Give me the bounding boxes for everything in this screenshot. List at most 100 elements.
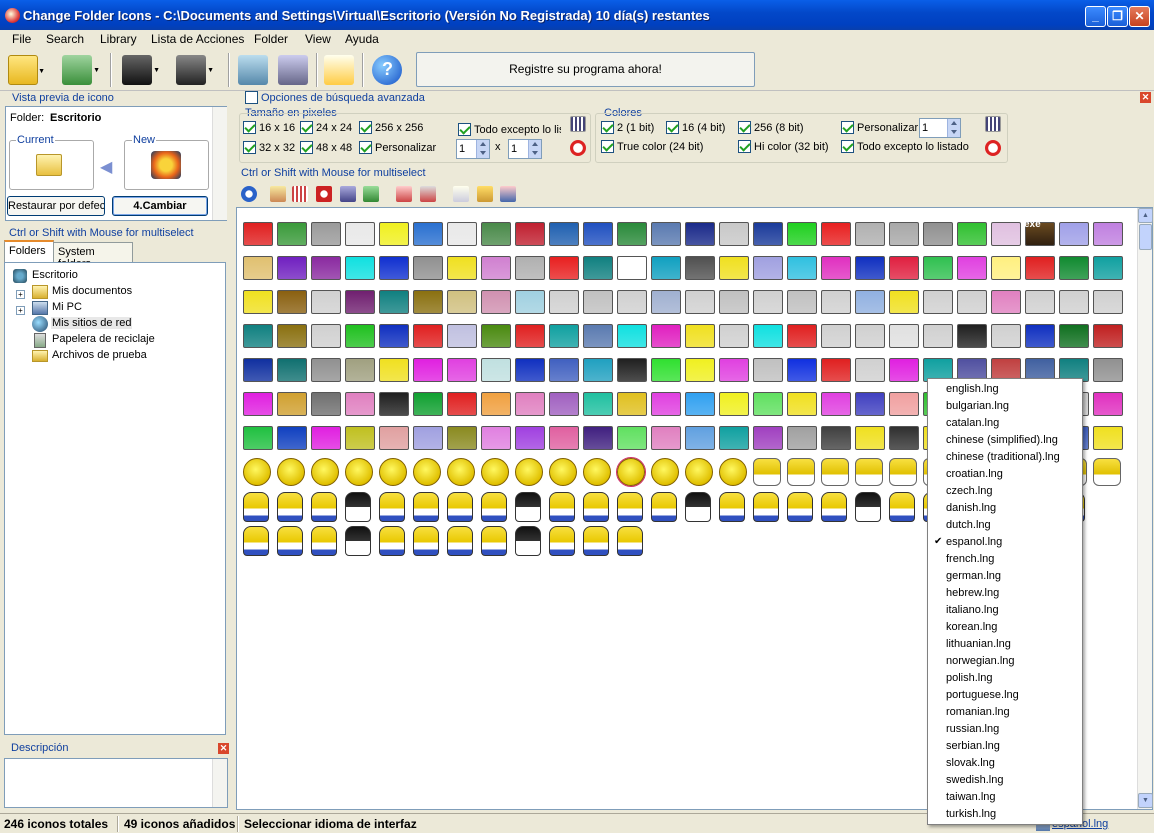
language-item[interactable]: danish.lng — [946, 502, 996, 514]
cartoon-character-icon[interactable] — [515, 492, 541, 522]
folder-icon[interactable] — [583, 256, 613, 280]
folder-icon[interactable] — [855, 290, 885, 314]
language-item[interactable]: turkish.lng — [946, 808, 996, 820]
folder-icon[interactable] — [923, 222, 953, 246]
folder-icon[interactable] — [447, 426, 477, 450]
size-256-option[interactable]: 256 x 256 — [359, 121, 423, 134]
cartoon-character-icon[interactable] — [753, 492, 779, 522]
cartoon-character-icon[interactable] — [311, 526, 337, 556]
folder-icon[interactable] — [719, 290, 749, 314]
cartoon-character-icon[interactable] — [889, 492, 915, 522]
folder-icon[interactable] — [413, 222, 443, 246]
folder-icon[interactable] — [583, 290, 613, 314]
cartoon-character-icon[interactable] — [549, 526, 575, 556]
cartoon-character-icon[interactable] — [855, 458, 883, 486]
cartoon-character-icon[interactable] — [413, 526, 439, 556]
folder-icon[interactable] — [413, 392, 443, 416]
ico-export-icon[interactable] — [238, 55, 268, 85]
cartoon-character-icon[interactable] — [549, 492, 575, 522]
scroll-up-icon[interactable]: ▲ — [1138, 208, 1153, 223]
cartoon-character-icon[interactable] — [651, 492, 677, 522]
expand-icon[interactable]: + — [16, 306, 25, 315]
delete-icon[interactable] — [396, 186, 412, 202]
folder-icon[interactable] — [549, 256, 579, 280]
cartoon-character-icon[interactable] — [277, 526, 303, 556]
folder-icon[interactable] — [243, 324, 273, 348]
smiley-icon[interactable] — [583, 458, 611, 486]
folder-icon[interactable] — [651, 290, 681, 314]
folder-icon[interactable] — [413, 324, 443, 348]
cartoon-character-icon[interactable] — [379, 526, 405, 556]
cartoon-character-icon[interactable] — [311, 492, 337, 522]
cartoon-character-icon[interactable] — [821, 492, 847, 522]
folder-icon[interactable] — [821, 290, 851, 314]
folder-icon[interactable] — [685, 358, 715, 382]
language-item[interactable]: korean.lng — [946, 621, 997, 633]
folder-icon[interactable] — [413, 290, 443, 314]
folder-icon[interactable] — [855, 256, 885, 280]
language-item[interactable]: russian.lng — [946, 723, 999, 735]
folder-icon[interactable] — [1093, 358, 1123, 382]
folder-icon[interactable] — [821, 426, 851, 450]
folder-icon[interactable] — [277, 222, 307, 246]
folder-icon[interactable] — [923, 290, 953, 314]
tree-item-archivos-de-prueba[interactable]: Archivos de prueba — [52, 349, 147, 361]
folder-icon[interactable] — [345, 358, 375, 382]
folder-icon[interactable] — [753, 426, 783, 450]
folder-icon[interactable] — [447, 358, 477, 382]
folder-icon[interactable] — [549, 358, 579, 382]
folder-icon[interactable] — [277, 290, 307, 314]
minimize-button[interactable]: _ — [1085, 6, 1106, 27]
folder-icon[interactable] — [583, 358, 613, 382]
smiley-icon[interactable] — [413, 458, 441, 486]
color-true-option[interactable]: True color (24 bit) — [601, 140, 703, 153]
folder-icon[interactable] — [617, 426, 647, 450]
tree-item-mis-documentos[interactable]: Mis documentos — [52, 285, 132, 297]
color-256-option[interactable]: 256 (8 bit) — [738, 121, 804, 134]
folder-icon[interactable] — [243, 358, 273, 382]
close-search-icon[interactable]: ✕ — [1140, 92, 1151, 103]
cartoon-character-icon[interactable] — [1093, 458, 1121, 486]
folder-icon[interactable] — [1059, 324, 1089, 348]
color-custom-option[interactable]: Personalizar — [841, 121, 918, 134]
folder-icon[interactable] — [447, 392, 477, 416]
folder-icon[interactable] — [719, 256, 749, 280]
folder-icon[interactable] — [549, 222, 579, 246]
expand-icon[interactable]: + — [16, 290, 25, 299]
restore-button[interactable]: Restaurar por defecto — [7, 196, 105, 216]
smiley-icon[interactable] — [719, 458, 747, 486]
folder-icon[interactable] — [617, 392, 647, 416]
folder-icon[interactable] — [787, 290, 817, 314]
cartoon-character-icon[interactable] — [889, 458, 917, 486]
folder-icon[interactable] — [685, 324, 715, 348]
folder-icon[interactable] — [311, 426, 341, 450]
smiley-icon[interactable] — [447, 458, 475, 486]
folder-icon[interactable] — [753, 358, 783, 382]
cartoon-character-icon[interactable] — [447, 526, 473, 556]
folder-icon[interactable] — [277, 426, 307, 450]
folder-icon[interactable] — [447, 256, 477, 280]
folder-icon[interactable] — [719, 358, 749, 382]
cartoon-character-icon[interactable] — [617, 526, 643, 556]
folder-icon[interactable] — [413, 426, 443, 450]
save-all-icon[interactable]: ▼ — [176, 55, 214, 85]
folder-icon[interactable] — [243, 222, 273, 246]
language-item[interactable]: espanol.lng — [946, 536, 1002, 548]
language-item[interactable]: romanian.lng — [946, 706, 1010, 718]
folder-icon[interactable] — [243, 426, 273, 450]
folder-icon[interactable] — [515, 222, 545, 246]
help-icon[interactable]: ? — [372, 55, 402, 85]
folder-icon[interactable] — [311, 324, 341, 348]
folder-icon[interactable] — [345, 324, 375, 348]
menu-library[interactable]: Library — [100, 32, 137, 46]
close-description-icon[interactable]: ✕ — [218, 743, 229, 754]
smiley-icon[interactable] — [685, 458, 713, 486]
folder-icon[interactable] — [277, 324, 307, 348]
size-48-option[interactable]: 48 x 48 — [300, 141, 352, 154]
folder-icon[interactable] — [821, 324, 851, 348]
cartoon-character-icon[interactable] — [787, 458, 815, 486]
edit-icon[interactable] — [270, 186, 286, 202]
folder-icon[interactable] — [651, 256, 681, 280]
folder-icon[interactable] — [617, 358, 647, 382]
folder-icon[interactable] — [991, 324, 1021, 348]
